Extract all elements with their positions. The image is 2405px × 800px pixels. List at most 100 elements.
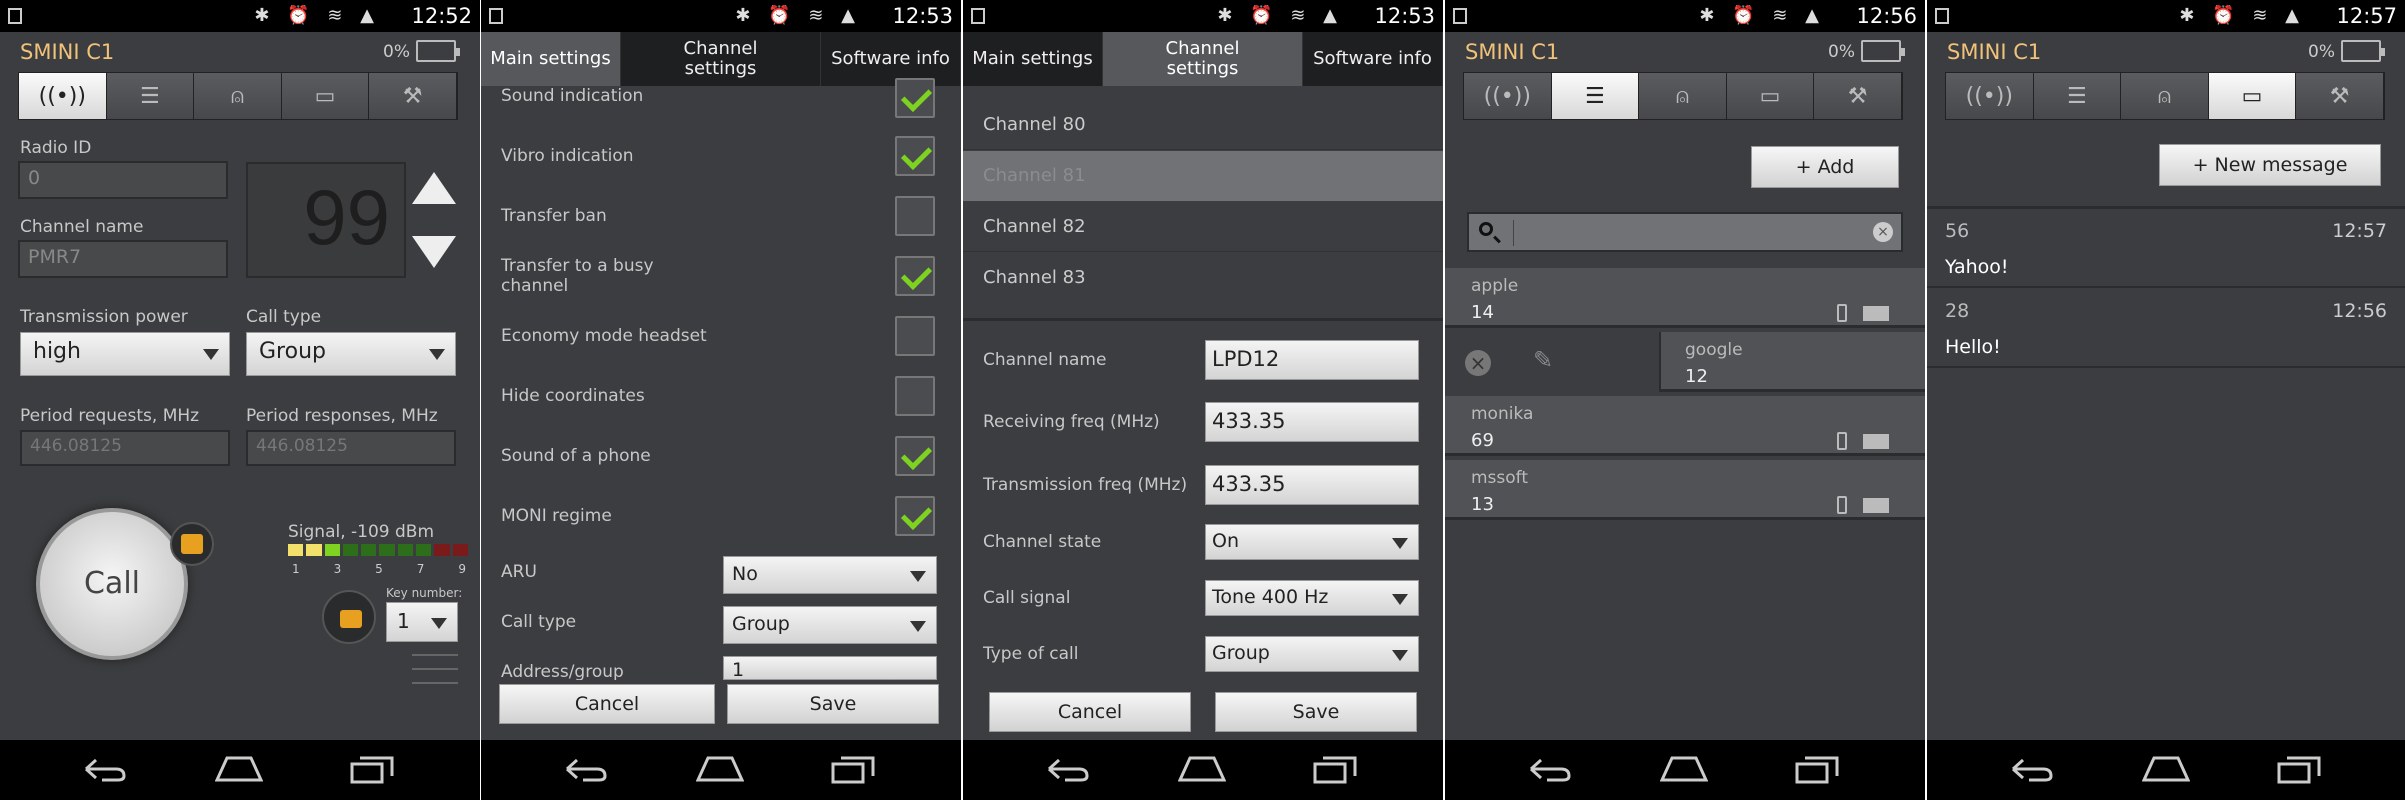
- recent-apps-icon[interactable]: [1311, 754, 1359, 784]
- contact-row[interactable]: mssoft 13: [1445, 460, 1925, 520]
- channel-item[interactable]: Channel 80: [963, 100, 1443, 150]
- lock-icon[interactable]: [322, 590, 376, 644]
- back-icon[interactable]: [80, 754, 128, 784]
- tab-software-info[interactable]: Software info: [821, 32, 961, 86]
- radio-id-field[interactable]: 0: [18, 161, 228, 199]
- settings-tabs: Main settings Channel settings Software …: [963, 32, 1443, 86]
- list-tab-icon[interactable]: ☰: [2033, 73, 2122, 119]
- save-button[interactable]: Save: [1215, 692, 1417, 732]
- setting-checkbox[interactable]: [895, 78, 935, 118]
- list-tab-icon[interactable]: ☰: [1551, 73, 1640, 119]
- call-signal-select[interactable]: Tone 400 Hz: [1205, 580, 1419, 616]
- setting-checkbox[interactable]: [895, 436, 935, 476]
- cancel-button[interactable]: Cancel: [989, 692, 1191, 732]
- contact-row-swiped[interactable]: × ✎ google 12: [1445, 332, 1925, 392]
- home-icon[interactable]: [215, 754, 263, 784]
- wrench-tab-icon[interactable]: ⚒: [2296, 73, 2384, 119]
- call-type-select[interactable]: Group: [246, 332, 456, 376]
- message-icon[interactable]: [1863, 306, 1889, 321]
- wrench-tab-icon[interactable]: ⚒: [1814, 73, 1902, 119]
- recent-apps-icon[interactable]: [1793, 754, 1841, 784]
- key-number-select[interactable]: 1: [386, 602, 458, 642]
- setting-checkbox[interactable]: [895, 376, 935, 416]
- message-tab-icon[interactable]: ▭: [281, 73, 370, 119]
- tab-channel-settings[interactable]: Channel settings: [1103, 32, 1303, 86]
- period-requests-field[interactable]: 446.08125: [20, 430, 230, 466]
- message-tab-icon[interactable]: ▭: [2208, 73, 2297, 119]
- setting-label: Transfer ban: [501, 206, 607, 226]
- back-icon[interactable]: [1525, 754, 1573, 784]
- channel-name-field[interactable]: LPD12: [1205, 340, 1419, 380]
- recent-apps-icon[interactable]: [2275, 754, 2323, 784]
- message-icon[interactable]: [1863, 498, 1889, 513]
- phone-icon[interactable]: [1837, 304, 1847, 322]
- message-item[interactable]: 28 12:56 Hello!: [1927, 290, 2405, 368]
- setting-checkbox[interactable]: [895, 496, 935, 536]
- status-bar: ✱ ⏰ ≋ ▲ 12:57: [1927, 0, 2405, 32]
- type-of-call-select[interactable]: Group: [1205, 636, 1419, 672]
- signal-tick: 7: [416, 562, 425, 576]
- home-icon[interactable]: [2142, 754, 2190, 784]
- channel-item[interactable]: Channel 82: [963, 202, 1443, 252]
- back-icon[interactable]: [1043, 754, 1091, 784]
- lock-glyph: [340, 610, 362, 628]
- tab-main-settings[interactable]: Main settings: [481, 32, 621, 86]
- edit-icon[interactable]: ✎: [1533, 346, 1553, 374]
- delete-icon[interactable]: ×: [1465, 350, 1491, 376]
- speaker-icon[interactable]: [170, 522, 214, 566]
- wrench-tab-icon[interactable]: ⚒: [369, 73, 457, 119]
- aru-select[interactable]: No: [723, 556, 937, 594]
- back-icon[interactable]: [2007, 754, 2055, 784]
- radio-tab-icon[interactable]: ((•)): [1946, 73, 2034, 119]
- radio-tab-icon[interactable]: ((•)): [1464, 73, 1552, 119]
- setting-checkbox[interactable]: [895, 136, 935, 176]
- clear-search-icon[interactable]: ×: [1873, 222, 1893, 242]
- antenna-tab-icon[interactable]: ⍝: [2121, 73, 2209, 119]
- period-responses-field[interactable]: 446.08125: [246, 430, 456, 466]
- grip-icon[interactable]: [412, 654, 458, 684]
- channel-name-label: Channel name: [20, 217, 144, 237]
- rx-freq-field[interactable]: 433.35: [1205, 402, 1419, 442]
- home-icon[interactable]: [1660, 754, 1708, 784]
- search-input[interactable]: [1519, 218, 1849, 246]
- contact-row[interactable]: apple 14: [1445, 268, 1925, 328]
- antenna-tab-icon[interactable]: ⍝: [194, 73, 282, 119]
- channel-state-select[interactable]: On: [1205, 524, 1419, 560]
- save-button[interactable]: Save: [727, 684, 939, 724]
- list-tab-icon[interactable]: ☰: [106, 73, 195, 119]
- period-requests-label: Period requests, MHz: [20, 406, 200, 426]
- setting-checkbox[interactable]: [895, 316, 935, 356]
- message-item[interactable]: 56 12:57 Yahoo!: [1927, 210, 2405, 288]
- setting-checkbox[interactable]: [895, 196, 935, 236]
- contact-row[interactable]: monika 69: [1445, 396, 1925, 456]
- message-tab-icon[interactable]: ▭: [1726, 73, 1815, 119]
- channel-down-button[interactable]: [412, 236, 456, 268]
- signal-bar: [361, 544, 377, 556]
- setting-checkbox[interactable]: [895, 256, 935, 296]
- tab-main-settings[interactable]: Main settings: [963, 32, 1103, 86]
- message-icon[interactable]: [1863, 434, 1889, 449]
- channel-item-selected[interactable]: Channel 81: [963, 151, 1443, 201]
- tx-power-select[interactable]: high: [20, 332, 230, 376]
- call-button[interactable]: Call: [36, 508, 188, 660]
- phone-icon[interactable]: [1837, 496, 1847, 514]
- antenna-tab-icon[interactable]: ⍝: [1639, 73, 1727, 119]
- home-icon[interactable]: [1178, 754, 1226, 784]
- add-contact-button[interactable]: + Add: [1751, 146, 1899, 188]
- home-icon[interactable]: [696, 754, 744, 784]
- phone-icon[interactable]: [1837, 432, 1847, 450]
- new-message-button[interactable]: + New message: [2159, 144, 2381, 186]
- channel-up-button[interactable]: [412, 172, 456, 204]
- tx-freq-field[interactable]: 433.35: [1205, 465, 1419, 505]
- channel-name-field[interactable]: PMR7: [18, 240, 228, 278]
- back-icon[interactable]: [561, 754, 609, 784]
- tab-software-info[interactable]: Software info: [1303, 32, 1443, 86]
- cancel-button[interactable]: Cancel: [499, 684, 715, 724]
- radio-tab-icon[interactable]: ((•)): [19, 73, 107, 119]
- call-type-select[interactable]: Group: [723, 606, 937, 644]
- channel-item[interactable]: Channel 83: [963, 253, 1443, 303]
- recent-apps-icon[interactable]: [829, 754, 877, 784]
- tab-channel-settings[interactable]: Channel settings: [621, 32, 821, 86]
- address-field[interactable]: 1: [723, 656, 937, 680]
- recent-apps-icon[interactable]: [348, 754, 396, 784]
